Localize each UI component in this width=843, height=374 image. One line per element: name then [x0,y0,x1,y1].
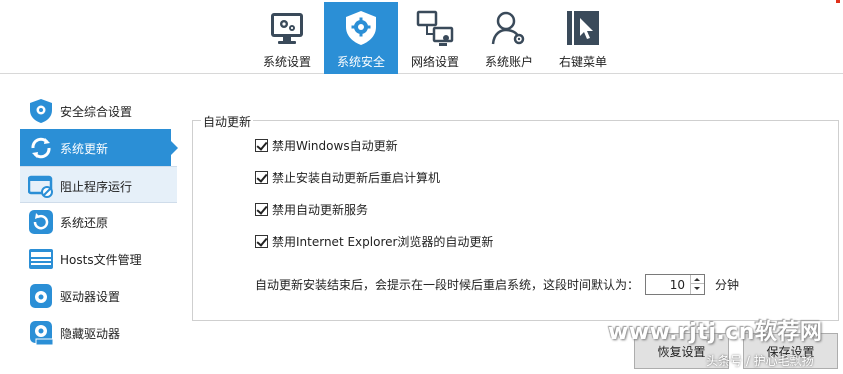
tab-label: 系统账户 [484,55,533,69]
sidebar-item-label: 驱动器设置 [60,290,121,304]
option-disable-windows-update[interactable]: 禁用Windows自动更新 [255,137,398,153]
block-window-icon [28,175,53,198]
stepper-up-button[interactable] [691,275,705,284]
sidebar-item-hosts-manager[interactable]: Hosts文件管理 [20,240,177,277]
sidebar-item-hide-drives[interactable]: 隐藏驱动器 [20,314,177,351]
sidebar-item-label: Hosts文件管理 [60,253,142,267]
checkbox[interactable] [255,170,268,184]
checkbox[interactable] [255,234,268,248]
drive-icon [30,284,52,308]
tab-system-account[interactable]: 系统账户 [472,2,546,74]
user-account-icon [491,11,525,45]
option-disable-update-service[interactable]: 禁用自动更新服务 [255,201,368,217]
system-settings-icon [271,13,303,44]
sidebar-item-label: 安全综合设置 [60,105,133,119]
sidebar-item-system-update[interactable]: 系统更新 [20,129,178,166]
shield-gear-icon [346,11,376,45]
refresh-icon [31,137,51,159]
tab-network-settings[interactable]: 网络设置 [398,2,472,74]
checkbox[interactable] [255,138,268,152]
delay-unit: 分钟 [715,277,740,292]
tab-system-settings[interactable]: 系统设置 [250,2,324,74]
checkbox-label: 禁用Windows自动更新 [272,138,398,153]
tab-context-menu[interactable]: 右键菜单 [546,2,620,74]
restart-delay-row: 自动更新安装结束后，会提示在一段时候后重启系统，这段时间默认为： 10 分钟 [255,273,739,295]
restore-icon [29,210,53,234]
auto-update-group: 自动更新 禁用Windows自动更新 禁止安装自动更新后重启计算机 禁用自动更新… [192,113,839,321]
option-no-restart-after-update[interactable]: 禁止安装自动更新后重启计算机 [255,169,440,185]
checkbox-label: 禁用自动更新服务 [272,202,369,217]
sidebar-item-security-overview[interactable]: 安全综合设置 [20,92,177,129]
tab-label: 系统安全 [336,55,385,69]
sidebar-item-label: 隐藏驱动器 [60,327,121,341]
hosts-icon [29,249,53,269]
sidebar: 安全综合设置 系统更新 阻止程序运行 系统还原 Hosts文件管理 驱动器设置 … [20,92,178,351]
restart-delay-text: 自动更新安装结束后，会提示在一段时候后重启系统，这段时间默认为： [255,277,640,292]
tab-label: 网络设置 [410,55,459,69]
sidebar-item-label: 系统还原 [60,216,109,230]
top-tab-bar: 系统设置 系统安全 网络设置 系统账户 右键菜单 [0,0,843,74]
cursor-menu-icon [567,11,599,45]
sidebar-item-system-restore[interactable]: 系统还原 [20,203,177,240]
group-title: 自动更新 [201,113,254,130]
window-close-marker [836,0,840,3]
tab-label: 右键菜单 [558,55,607,69]
network-icon [416,10,454,46]
checkbox-label: 禁止安装自动更新后重启计算机 [272,170,441,185]
restart-delay-stepper[interactable]: 10 [645,273,706,295]
hide-drive-icon [30,321,54,346]
checkbox[interactable] [255,202,268,216]
site-watermark: www.rjtj.cn软荐网 [608,320,823,345]
option-disable-ie-update[interactable]: 禁用Internet Explorer浏览器的自动更新 [255,233,493,249]
stepper-down-button[interactable] [691,284,704,293]
author-watermark: 头条号 / 护心毛飘扬 [706,354,814,368]
shield-icon [30,99,52,123]
stepper-buttons [690,274,705,294]
sidebar-item-label: 阻止程序运行 [60,180,133,194]
sidebar-item-label: 系统更新 [60,142,109,156]
checkbox-label: 禁用Internet Explorer浏览器的自动更新 [272,234,494,249]
stepper-value[interactable]: 10 [646,278,689,292]
tab-label: 系统设置 [262,55,311,69]
sidebar-item-drive-settings[interactable]: 驱动器设置 [20,277,177,314]
sidebar-item-block-programs[interactable]: 阻止程序运行 [20,166,177,203]
tab-system-security[interactable]: 系统安全 [324,2,398,74]
